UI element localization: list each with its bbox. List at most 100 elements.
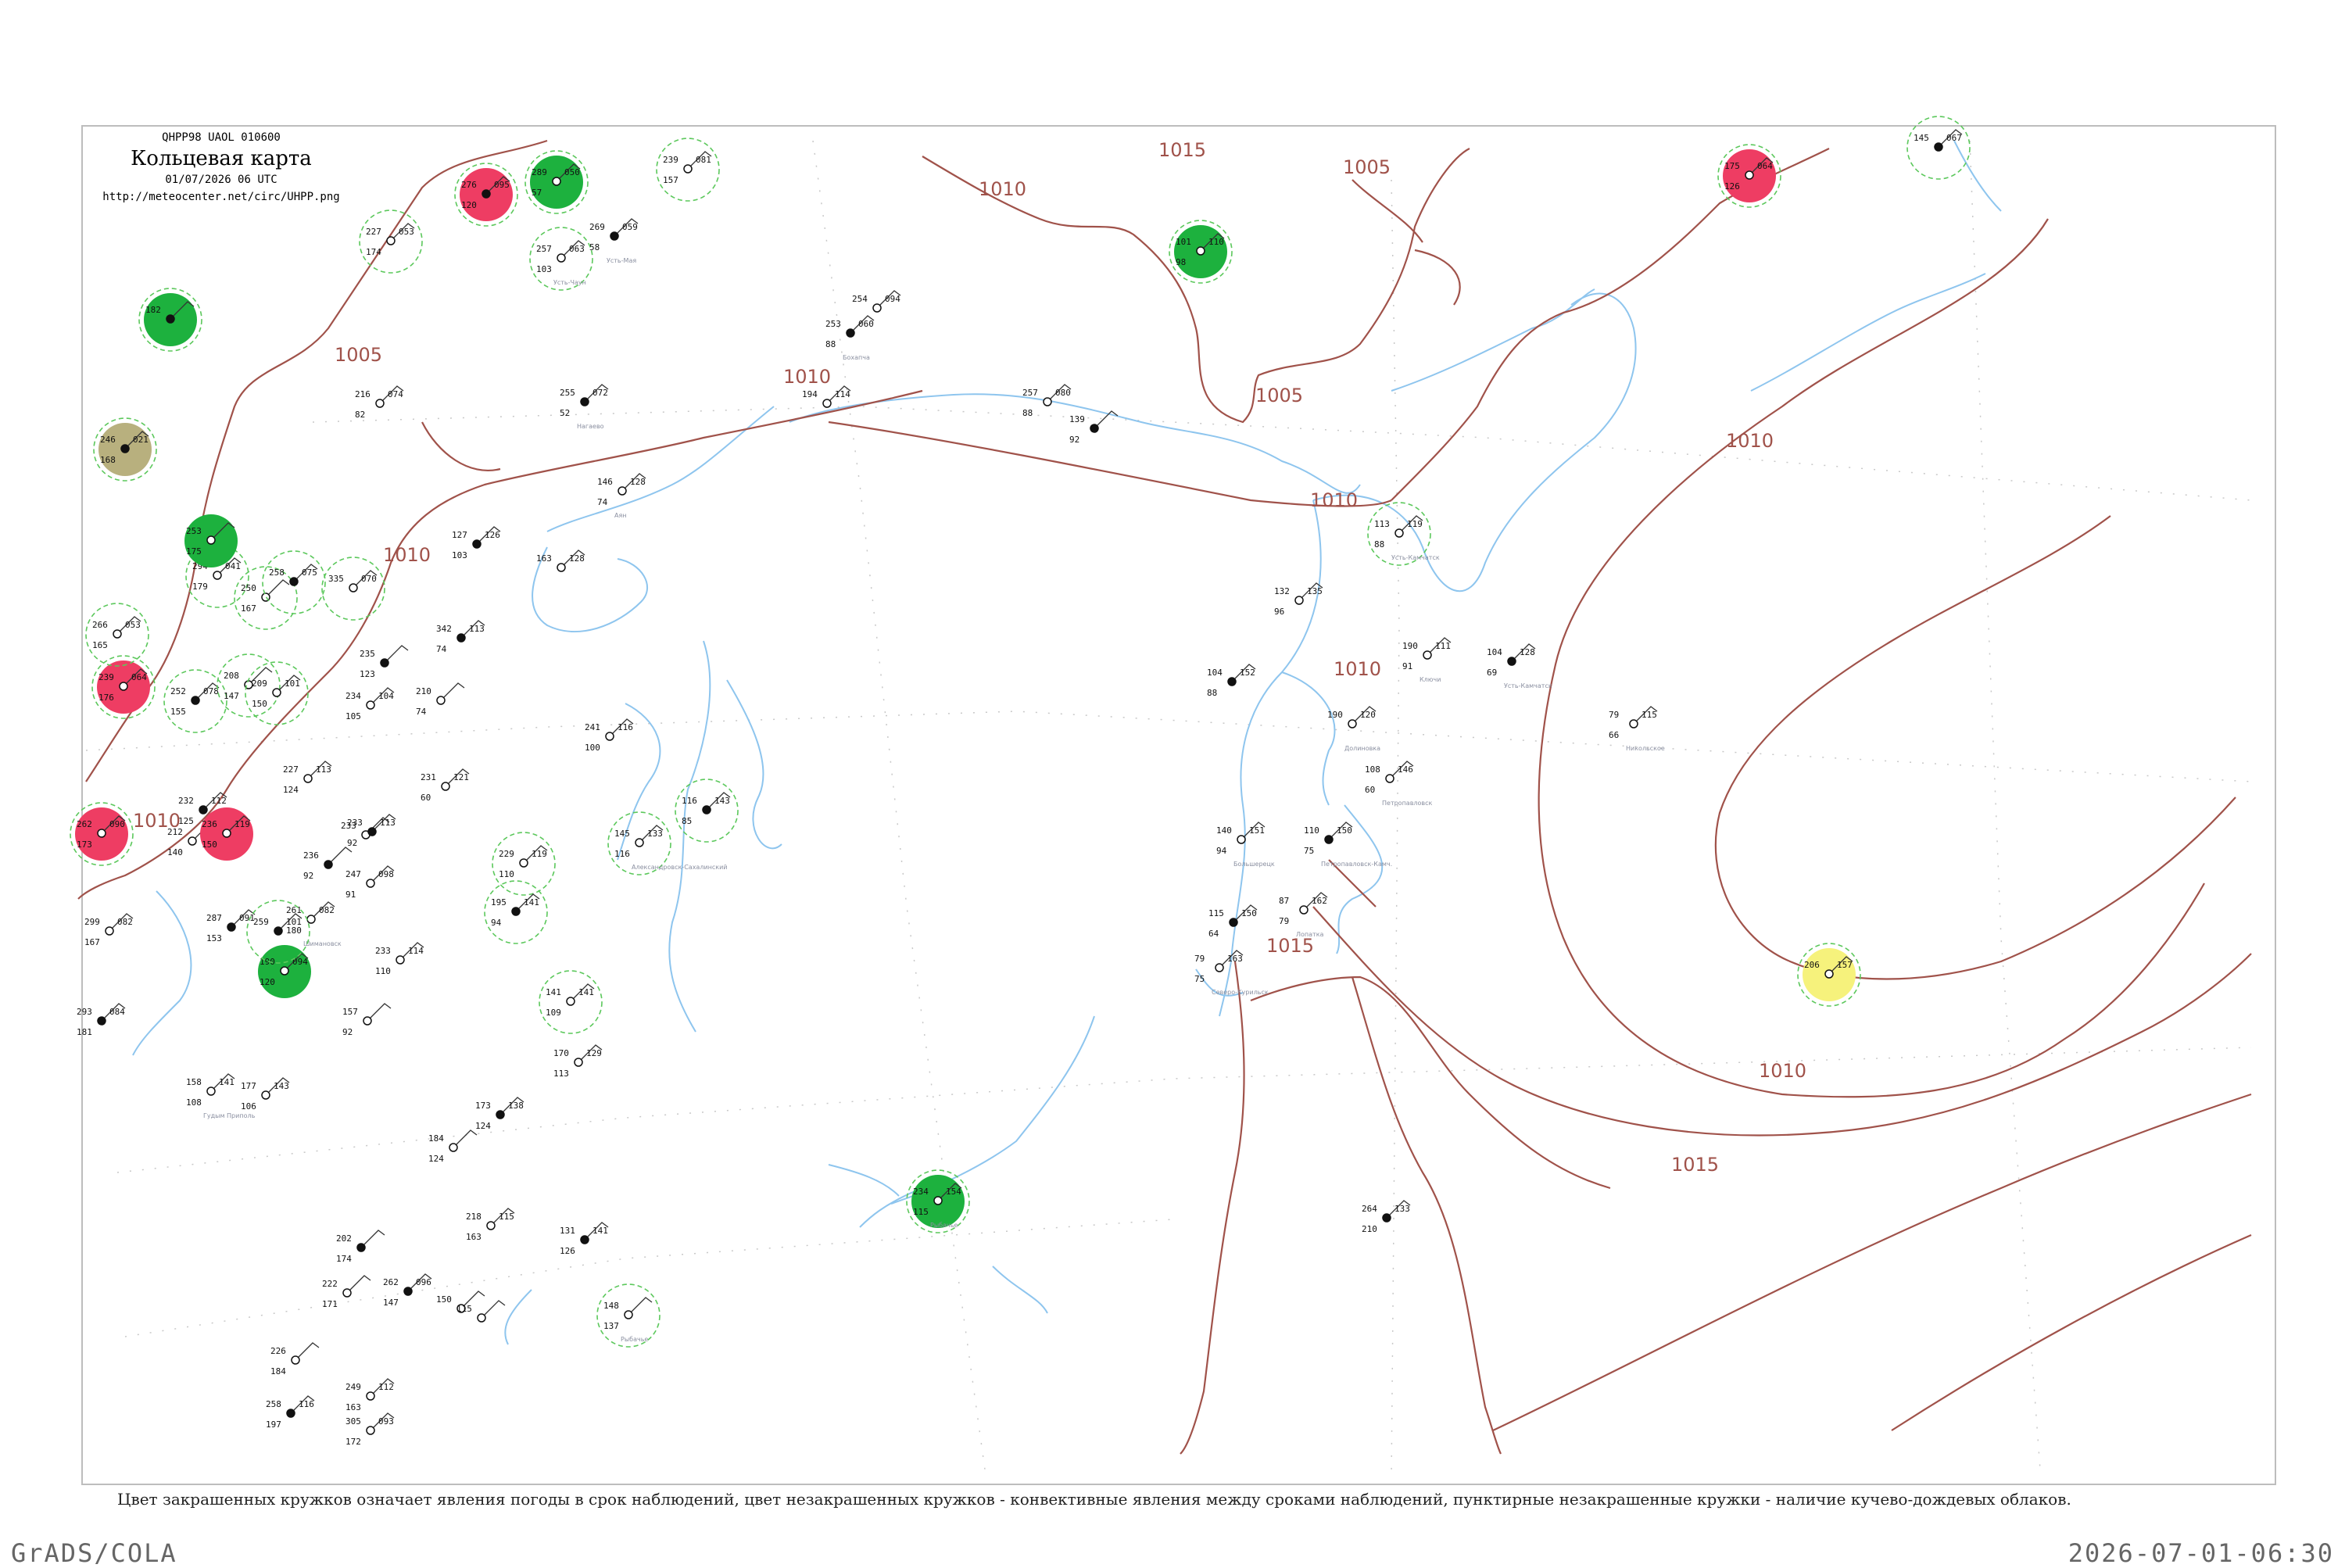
station-dewpoint: 181 — [77, 1027, 92, 1037]
cloud-cover-icon — [580, 1235, 589, 1244]
isobar-1010-small — [1414, 249, 1461, 306]
cloud-cover-icon — [206, 535, 216, 545]
station-dewpoint: 74 — [436, 644, 447, 654]
station-temperature: 194 — [802, 389, 818, 399]
station-plot: 206 157 — [1797, 943, 1861, 1007]
station-pressure: 041 — [225, 561, 241, 571]
station-name: Усть-Камчатск — [1391, 554, 1440, 561]
station-pressure: 143 — [274, 1081, 289, 1091]
map-header: QHPP98 UAOL 010600 Кольцевая карта 01/07… — [84, 127, 358, 213]
station-temperature: 276 — [461, 180, 477, 190]
cloud-cover-icon — [1090, 424, 1099, 433]
station-pressure: 101 — [285, 678, 300, 689]
cloud-cover-icon — [349, 583, 358, 592]
station-temperature: 254 — [852, 294, 868, 304]
station-name: Александровск-Сахалинский — [632, 864, 728, 871]
cloud-cover-icon — [367, 827, 377, 836]
station-pressure: 112 — [211, 796, 227, 806]
station-dewpoint: 137 — [603, 1321, 619, 1331]
station-temperature: 104 — [1487, 647, 1502, 657]
station-plot: 145 133 116Александровск-Сахалинский — [607, 811, 728, 875]
cloud-cover-icon — [1385, 774, 1394, 783]
station-dewpoint: 167 — [84, 937, 100, 947]
station-pressure: 081 — [696, 155, 711, 165]
station-pressure: 152 — [1240, 668, 1255, 678]
station-plot: 194 114 — [802, 385, 851, 408]
station-temperature: 262 — [383, 1277, 399, 1287]
station-dewpoint: 174 — [366, 247, 381, 257]
station-plot: 139 92 — [1069, 410, 1119, 445]
station-temperature: 195 — [491, 897, 507, 908]
cloud-cover-icon — [324, 860, 333, 869]
station-plot: 115 150 64 — [1208, 904, 1258, 939]
station-name: Рыбачье — [930, 1222, 958, 1229]
station-temperature: 87 — [1279, 896, 1289, 906]
station-temperature: 299 — [84, 917, 100, 927]
station-dewpoint: 124 — [428, 1154, 444, 1164]
cloud-cover-icon — [1934, 142, 1943, 152]
station-temperature: 108 — [1365, 764, 1380, 775]
cloud-cover-icon — [1299, 905, 1309, 915]
wind-barb-icon — [298, 1342, 320, 1358]
station-plot: 293 084 181 — [77, 1003, 126, 1037]
station-temperature: 234 — [913, 1187, 929, 1197]
station-temperature: 145 — [614, 829, 630, 839]
station-temperature: 241 — [585, 722, 600, 732]
station-plot: 208 147 — [217, 653, 281, 718]
station-dewpoint: 109 — [546, 1008, 561, 1018]
station-temperature: 202 — [336, 1233, 352, 1244]
cloud-cover-icon — [482, 189, 491, 199]
station-name: Усть-Камчатск — [1504, 682, 1552, 689]
station-plot: 299 082 167 — [84, 913, 134, 947]
cloud-cover-icon — [366, 879, 375, 888]
station-plot: 184 124 — [428, 1129, 478, 1164]
station-name: Усть-Мая — [607, 257, 636, 264]
station-dewpoint: 66 — [1609, 730, 1619, 740]
source-url[interactable]: http://meteocenter.net/circ/UHPP.png — [84, 191, 358, 203]
station-pressure: 111 — [1435, 641, 1451, 651]
station-pressure: 078 — [203, 686, 219, 696]
station-temperature: 140 — [1216, 825, 1232, 836]
station-dewpoint: 92 — [347, 838, 357, 848]
station-dewpoint: 88 — [1022, 408, 1033, 418]
isobar-1015-far — [1891, 1233, 2252, 1431]
station-temperature: 79 — [1609, 710, 1619, 720]
cloud-cover-icon — [436, 696, 446, 705]
cloud-cover-icon — [396, 955, 405, 965]
wind-barb-icon — [484, 1300, 506, 1316]
cloud-cover-icon — [306, 915, 316, 924]
station-temperature: 264 — [1362, 1204, 1377, 1214]
station-plot: 175 064 126 — [1717, 144, 1781, 208]
isobar-1015-low — [1351, 976, 1502, 1455]
station-plot: 108 146 60 Петропавловск — [1365, 761, 1433, 807]
station-name: Аян — [614, 512, 627, 519]
isobar-label: 1010 — [1334, 658, 1381, 680]
isobar-1015-x — [1250, 976, 1611, 1190]
station-temperature: 253 — [825, 319, 841, 329]
station-temperature: 182 — [145, 305, 161, 315]
station-plot: 305 093 172 — [345, 1412, 395, 1447]
station-dewpoint: 92 — [342, 1027, 353, 1037]
station-temperature: 236 — [303, 850, 319, 861]
cloud-cover-icon — [105, 926, 114, 936]
cloud-cover-icon — [227, 922, 236, 932]
station-pressure: 150 — [1337, 825, 1352, 836]
cloud-cover-icon — [1227, 677, 1237, 686]
cloud-cover-icon — [97, 1016, 106, 1026]
station-dewpoint: 176 — [98, 693, 114, 703]
cloud-cover-icon — [511, 907, 521, 916]
station-dewpoint: 79 — [1279, 916, 1289, 926]
station-pressure: 129 — [586, 1048, 602, 1058]
station-pressure: 135 — [1307, 586, 1323, 596]
station-temperature: 258 — [269, 567, 285, 578]
cloud-cover-icon — [472, 539, 482, 549]
station-pressure: 121 — [453, 772, 469, 782]
station-pressure: 133 — [1394, 1204, 1410, 1214]
station-dewpoint: 88 — [825, 339, 836, 349]
station-pressure: 120 — [1360, 710, 1376, 720]
station-dewpoint: 88 — [1374, 539, 1384, 550]
station-dewpoint: 58 — [589, 242, 600, 252]
station-plot: 216 074 82 — [355, 385, 404, 420]
station-plot: 146 128 74 Аян — [597, 473, 646, 519]
station-plot: 190 111 91 Ключи — [1402, 637, 1452, 683]
